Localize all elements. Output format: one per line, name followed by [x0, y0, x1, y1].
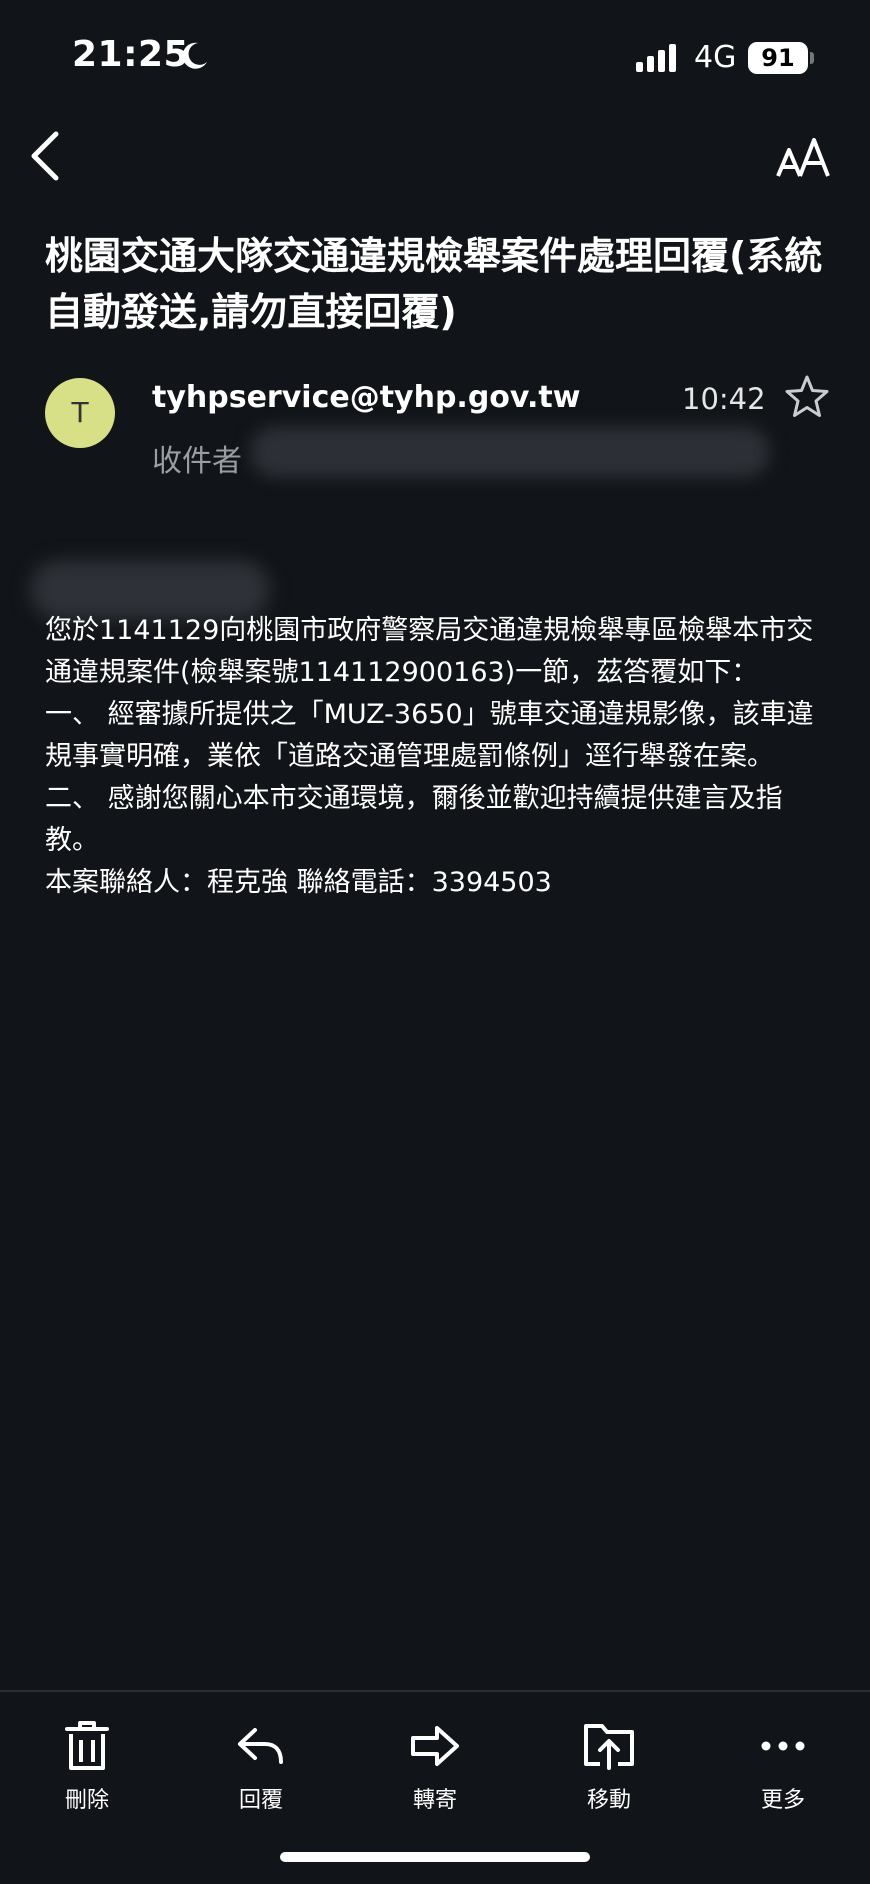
sender-email[interactable]: tyhpservice@tyhp.gov.tw: [152, 380, 580, 415]
chevron-left-icon: [31, 131, 59, 181]
battery-tip: [810, 52, 814, 64]
star-outline-icon: [785, 375, 829, 417]
status-time: 21:25: [72, 34, 190, 75]
forward-label: 轉寄: [412, 1788, 457, 1813]
nav-bar: [0, 110, 870, 210]
moon-icon: [182, 42, 207, 69]
delete-button[interactable]: 刪除: [27, 1712, 147, 1822]
battery-icon: 91: [748, 42, 808, 74]
reply-button[interactable]: 回覆: [201, 1712, 321, 1822]
more-label: 更多: [760, 1788, 805, 1813]
email-body: 您於1141129向桃園市政府警察局交通違規檢舉專區檢舉本市交通違規案件(檢舉案…: [45, 610, 830, 904]
more-dots-icon: [761, 1741, 805, 1751]
trash-icon: [65, 1721, 109, 1770]
status-bar: 21:25 4G 91: [0, 0, 870, 110]
sent-time: 10:42: [682, 382, 766, 416]
network-type: 4G: [694, 40, 737, 75]
reply-icon: [238, 1728, 283, 1764]
reply-label: 回覆: [238, 1788, 283, 1813]
more-button[interactable]: 更多: [723, 1712, 843, 1822]
home-indicator[interactable]: [280, 1852, 590, 1862]
email-subject: 桃園交通大隊交通違規檢舉案件處理回覆(系統自動發送,請勿直接回覆): [45, 234, 823, 334]
recipient-label[interactable]: 收件者: [152, 436, 242, 480]
avatar[interactable]: T: [45, 378, 115, 448]
body-paragraph-intro: 您於1141129向桃園市政府警察局交通違規檢舉專區檢舉本市交通違規案件(檢舉案…: [45, 615, 814, 688]
body-paragraph-two: 二、 感謝您關心本市交通環境，爾後並歡迎持續提供建言及指教。: [45, 783, 783, 856]
signal-icon: [636, 44, 676, 72]
forward-button[interactable]: 轉寄: [375, 1712, 495, 1822]
text-size-button[interactable]: [776, 132, 832, 182]
folder-move-icon: [584, 1724, 634, 1770]
sender-row: T tyhpservice@tyhp.gov.tw 10:42 收件者: [0, 370, 870, 490]
move-label: 移動: [586, 1788, 631, 1813]
recipient-redacted: [250, 426, 770, 478]
text-size-icon: [776, 138, 830, 177]
delete-label: 刪除: [64, 1788, 109, 1813]
forward-icon: [411, 1726, 459, 1766]
back-button[interactable]: [22, 126, 72, 186]
body-paragraph-one: 一、 經審據所提供之「MUZ-3650」號車交通違規影像，該車違規事實明確，業依…: [45, 699, 814, 772]
star-button[interactable]: [784, 374, 830, 420]
body-contact: 本案聯絡人：程克強 聯絡電話：3394503: [45, 867, 552, 898]
move-button[interactable]: 移動: [549, 1712, 669, 1822]
